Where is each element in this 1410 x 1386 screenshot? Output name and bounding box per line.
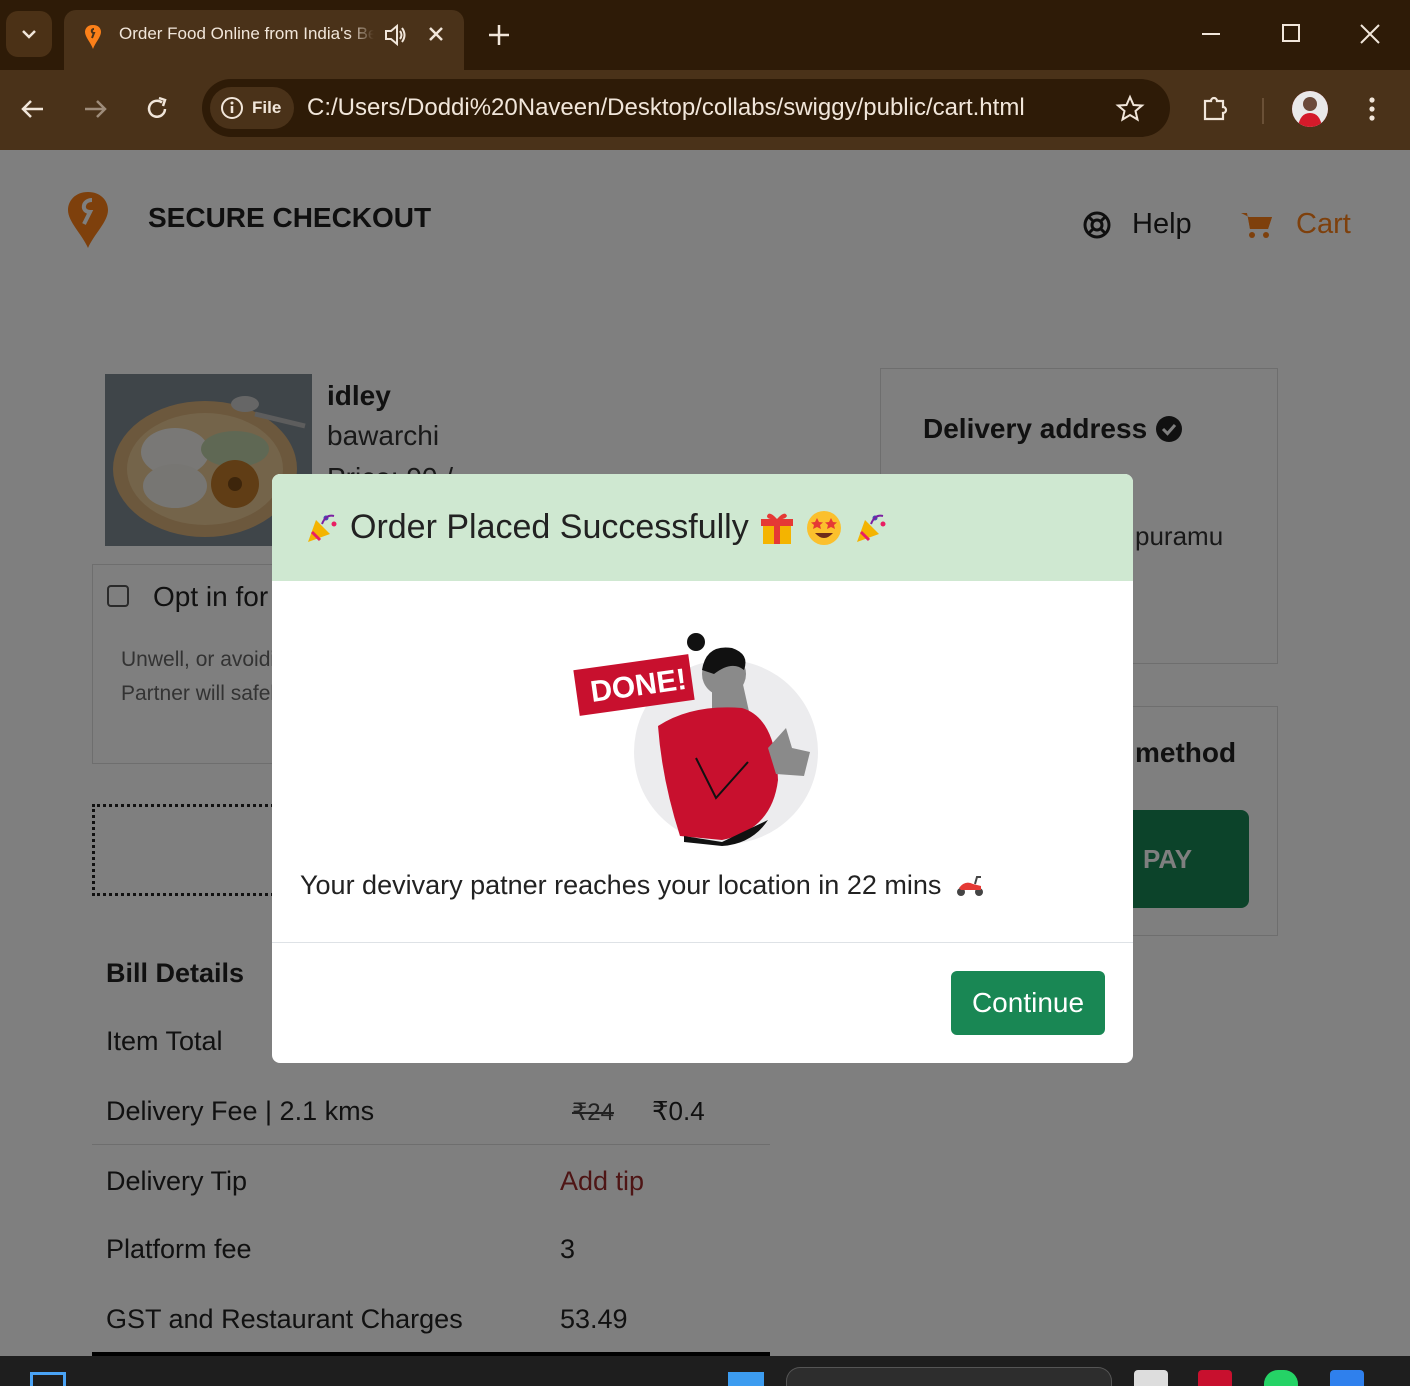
swiggy-favicon-icon (84, 24, 102, 55)
bookmark-star-icon[interactable] (1115, 94, 1145, 129)
taskbar-search[interactable] (786, 1367, 1112, 1386)
delivery-eta-text: Your devivary patner reaches your locati… (300, 870, 942, 900)
more-menu-icon[interactable] (1360, 94, 1384, 131)
party-popper-icon (308, 514, 337, 542)
widgets-icon[interactable] (30, 1372, 66, 1386)
continue-button[interactable]: Continue (951, 971, 1105, 1035)
gift-icon (760, 513, 793, 544)
scooter-icon (957, 875, 984, 896)
reload-icon[interactable] (142, 94, 172, 129)
whatsapp-icon[interactable] (1264, 1370, 1298, 1386)
tab-close-icon[interactable] (424, 22, 448, 51)
window-close-icon[interactable] (1356, 20, 1384, 53)
file-explorer-icon[interactable] (1134, 1370, 1168, 1386)
profile-avatar[interactable] (1292, 91, 1328, 127)
modal-header: Order Placed Successfully (272, 474, 1133, 581)
modal-title: Order Placed Successfully (350, 508, 749, 546)
url-text[interactable]: C:/Users/Doddi%20Naveen/Desktop/collabs/… (307, 94, 1025, 122)
site-info-label: File (252, 98, 282, 117)
modal-footer-divider (272, 942, 1133, 943)
tab-title: Order Food Online from India's Best Food… (119, 24, 374, 43)
new-tab-plus-icon[interactable] (482, 18, 516, 57)
address-bar[interactable]: File C:/Users/Doddi%20Naveen/Desktop/col… (202, 79, 1170, 137)
forward-arrow-icon[interactable] (80, 94, 110, 129)
windows-start-icon[interactable] (728, 1372, 764, 1386)
page-viewport: SECURE CHECKOUT Help Cart idley bawarchi… (0, 150, 1410, 1356)
star-struck-emoji-icon (806, 510, 841, 545)
modal-message: Your devivary patner reaches your locati… (300, 870, 985, 901)
os-taskbar (0, 1356, 1410, 1386)
browser-toolbar: File C:/Users/Doddi%20Naveen/Desktop/col… (0, 70, 1410, 150)
order-success-modal: Order Placed Successfully DONE! Your dev… (272, 474, 1133, 1063)
tab-search-button[interactable] (6, 11, 52, 57)
toolbar-divider (1262, 98, 1264, 124)
extensions-puzzle-icon[interactable] (1200, 92, 1232, 129)
speaker-icon[interactable] (382, 22, 408, 53)
vscode-icon[interactable] (1330, 1370, 1364, 1386)
party-popper-icon (856, 514, 886, 542)
order-done-illustration: DONE! (572, 630, 822, 855)
info-icon (221, 97, 243, 119)
minimize-icon[interactable] (1198, 20, 1224, 51)
chrome-icon[interactable] (1198, 1370, 1232, 1386)
chevron-down-icon (22, 30, 36, 39)
back-arrow-icon[interactable] (18, 94, 48, 129)
browser-tabstrip: Order Food Online from India's Best Food… (0, 0, 1410, 70)
site-info-chip[interactable]: File (210, 87, 294, 129)
maximize-icon[interactable] (1278, 20, 1304, 51)
browser-tab[interactable]: Order Food Online from India's Best Food… (64, 10, 464, 70)
